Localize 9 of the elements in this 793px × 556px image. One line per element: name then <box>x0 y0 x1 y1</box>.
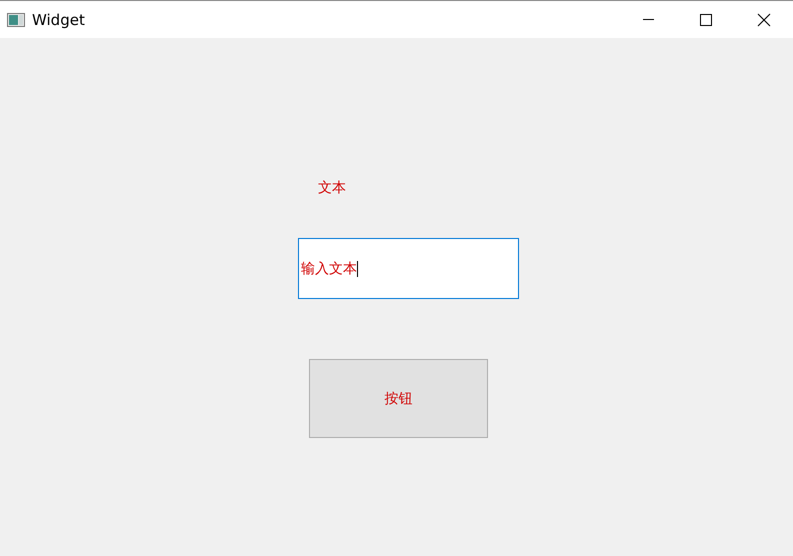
text-cursor <box>357 260 358 276</box>
text-label: 文本 <box>318 180 346 197</box>
window-icon <box>7 12 25 26</box>
close-icon <box>757 12 771 26</box>
maximize-icon <box>700 14 712 26</box>
window-title: Widget <box>32 10 85 28</box>
push-button[interactable]: 按钮 <box>309 359 488 438</box>
input-field[interactable]: 输入文本 <box>298 238 519 299</box>
minimize-icon <box>642 19 654 20</box>
